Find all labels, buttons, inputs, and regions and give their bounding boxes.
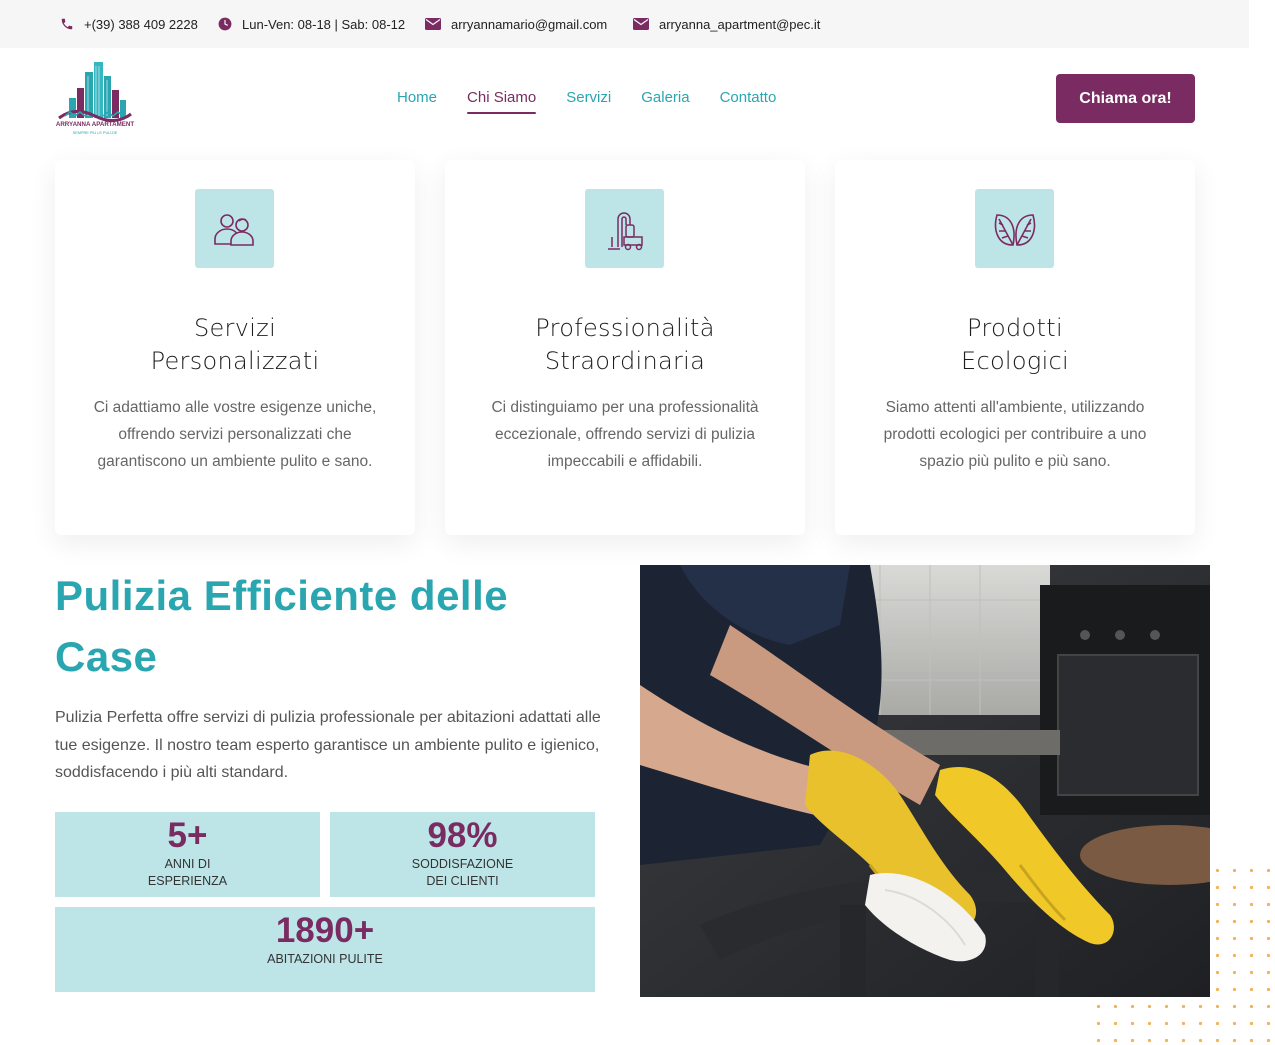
pec-text: arryanna_apartment@pec.it xyxy=(659,16,821,32)
nav-contatto[interactable]: Contatto xyxy=(720,88,777,108)
stat-value: 5+ xyxy=(167,816,208,855)
nav-home[interactable]: Home xyxy=(397,88,437,108)
cleaning-illustration xyxy=(640,565,1210,997)
phone-icon xyxy=(61,18,73,30)
leaf-icon xyxy=(975,189,1054,268)
site-logo[interactable]: ARRYANNA APARTAMENT SEMPRE PIU LE PULIZI… xyxy=(55,58,135,140)
feature-title-line1: Professionalità xyxy=(535,314,715,342)
main-nav: Home Chi Siamo Servizi Galeria Contatto xyxy=(397,88,806,114)
site-header: ARRYANNA APARTAMENT SEMPRE PIU LE PULIZI… xyxy=(0,48,1275,148)
vacuum-icon xyxy=(585,189,664,268)
email-contact[interactable]: arryannamario@gmail.com xyxy=(425,0,607,48)
logo-name: ARRYANNA APARTAMENT xyxy=(55,121,135,128)
feature-card-eco: Prodotti Ecologici Siamo attenti all'amb… xyxy=(835,160,1195,535)
section-description: Pulizia Perfetta offre servizi di pulizi… xyxy=(55,709,601,781)
stat-label-line2: DEI CLIENTI xyxy=(426,874,499,888)
nav-servizi[interactable]: Servizi xyxy=(566,88,611,108)
feature-text: Ci distinguiamo per una professionalità … xyxy=(491,399,759,470)
feature-title-line2: Personalizzati xyxy=(150,347,320,375)
feature-text: Siamo attenti all'ambiente, utilizzando … xyxy=(883,399,1147,470)
hours-text: Lun-Ven: 08-18 | Sab: 08-12 xyxy=(242,16,406,32)
envelope-icon xyxy=(425,18,441,30)
nav-galeria[interactable]: Galeria xyxy=(641,88,689,108)
feature-text: Ci adattiamo alle vostre esigenze uniche… xyxy=(93,399,377,470)
stat-value: 98% xyxy=(427,816,498,855)
stat-value: 1890+ xyxy=(275,911,375,950)
call-now-button[interactable]: Chiama ora! xyxy=(1056,74,1195,123)
phone-contact[interactable]: +(39) 388 409 2228 xyxy=(60,0,198,48)
stat-satisfaction: 98% SODDISFAZIONE DEI CLIENTI xyxy=(330,812,595,897)
stat-label-line2: ESPERIENZA xyxy=(147,874,228,888)
feature-title-line1: Prodotti xyxy=(967,314,1063,342)
stat-label-line1: ANNI DI xyxy=(164,857,211,871)
cleaning-photo xyxy=(640,565,1210,997)
section-title: Pulizia Efficiente delle Case xyxy=(55,572,509,680)
stat-label-line1: SODDISFAZIONE xyxy=(411,857,514,871)
feature-title: Professionalità Straordinaria xyxy=(485,312,765,378)
feature-title-line1: Servizi xyxy=(193,314,277,342)
feature-title-line2: Ecologici xyxy=(960,347,1070,375)
email-text: arryannamario@gmail.com xyxy=(451,16,608,32)
opening-hours: Lun-Ven: 08-18 | Sab: 08-12 xyxy=(218,0,405,48)
phone-number: +(39) 388 409 2228 xyxy=(84,16,198,32)
feature-card-personalized: Servizi Personalizzati Ci adattiamo alle… xyxy=(55,160,415,535)
pec-contact[interactable]: arryanna_apartment@pec.it xyxy=(633,0,820,48)
stat-experience: 5+ ANNI DI ESPERIENZA xyxy=(55,812,320,897)
clock-icon xyxy=(218,17,232,31)
envelope-icon xyxy=(633,18,649,30)
feature-title-line2: Straordinaria xyxy=(544,347,706,375)
stat-homes-cleaned: 1890+ ABITAZIONI PULITE xyxy=(55,907,595,992)
logo-tagline: SEMPRE PIU LE PULIZIE xyxy=(72,131,118,135)
people-icon xyxy=(195,189,274,268)
nav-chi-siamo[interactable]: Chi Siamo xyxy=(467,88,537,114)
feature-title: Prodotti Ecologici xyxy=(875,312,1155,378)
feature-title: Servizi Personalizzati xyxy=(95,312,375,378)
stat-label-line1: ABITAZIONI PULITE xyxy=(267,952,383,966)
top-bar: +(39) 388 409 2228 Lun-Ven: 08-18 | Sab:… xyxy=(0,0,1249,48)
feature-card-professional: Professionalità Straordinaria Ci disting… xyxy=(445,160,805,535)
